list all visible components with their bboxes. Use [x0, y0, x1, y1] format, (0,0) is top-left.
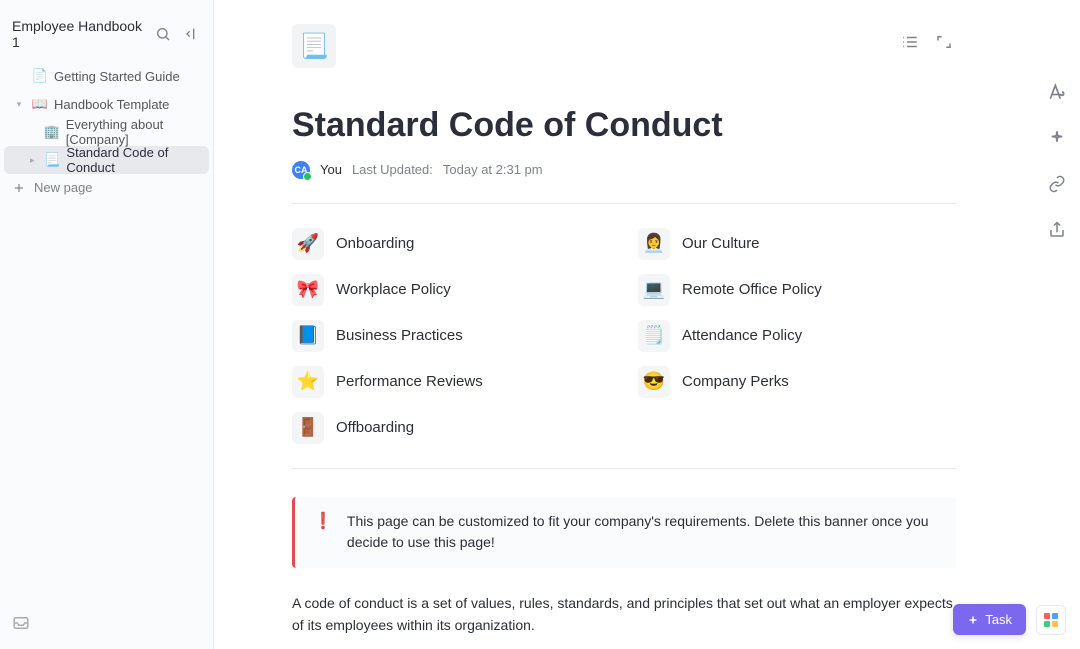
card-business-practices[interactable]: 📘 Business Practices [292, 320, 610, 352]
caret-right-icon[interactable]: ▸ [26, 155, 38, 166]
exclamation-icon: ❗ [313, 511, 333, 554]
collapse-sidebar-icon[interactable] [181, 24, 201, 44]
sidebar: Employee Handbook 1 📄 Getting Started Gu… [0, 0, 214, 649]
rocket-icon: 🚀 [292, 228, 324, 260]
card-label: Business Practices [336, 327, 463, 344]
typography-icon[interactable] [1045, 80, 1069, 104]
laptop-icon: 💻 [638, 274, 670, 306]
card-performance-reviews[interactable]: ⭐ Performance Reviews [292, 366, 610, 398]
star-icon: ⭐ [292, 366, 324, 398]
avatar[interactable]: CA [292, 161, 310, 179]
sidebar-item-everything-about-company[interactable]: 🏢 Everything about [Company] [4, 118, 209, 146]
search-icon[interactable] [153, 24, 173, 44]
updated-prefix: Last Updated: [352, 162, 433, 177]
sidebar-header: Employee Handbook 1 [0, 0, 213, 62]
page-title: Standard Code of Conduct [292, 104, 956, 147]
tree-item-label: Handbook Template [54, 97, 169, 112]
task-fab-label: Task [985, 612, 1012, 627]
sunglasses-icon: 😎 [638, 366, 670, 398]
link-icon[interactable] [1045, 172, 1069, 196]
card-company-perks[interactable]: 😎 Company Perks [638, 366, 956, 398]
card-remote-office-policy[interactable]: 💻 Remote Office Policy [638, 274, 956, 306]
sidebar-tree: 📄 Getting Started Guide ▾ 📖 Handbook Tem… [0, 62, 213, 174]
callout-text: This page can be customized to fit your … [347, 511, 940, 554]
expand-icon[interactable] [932, 30, 956, 54]
inbox-icon[interactable] [12, 619, 30, 636]
apps-fab-button[interactable] [1036, 605, 1066, 635]
right-rail [1034, 0, 1080, 649]
caret-down-icon[interactable]: ▾ [12, 99, 26, 110]
building-icon: 🏢 [44, 124, 60, 140]
author-you: You [320, 162, 342, 177]
new-page-button[interactable]: New page [0, 174, 213, 201]
notepad-icon: 🗒️ [638, 320, 670, 352]
page-icon: 📄 [32, 68, 48, 84]
link-cards: 🚀 Onboarding 👩‍💼 Our Culture 🎀 Workplace… [292, 228, 956, 444]
workspace-title[interactable]: Employee Handbook 1 [12, 18, 145, 50]
callout-banner: ❗ This page can be customized to fit you… [292, 497, 956, 568]
divider [292, 468, 956, 469]
page-icon: 📃 [44, 152, 60, 168]
sidebar-item-getting-started[interactable]: 📄 Getting Started Guide [4, 62, 209, 90]
tree-item-label: Standard Code of Conduct [66, 145, 203, 175]
apps-grid-icon [1044, 613, 1058, 627]
card-attendance-policy[interactable]: 🗒️ Attendance Policy [638, 320, 956, 352]
new-page-label: New page [34, 180, 93, 195]
body-paragraph: A code of conduct is a set of values, ru… [292, 592, 956, 637]
sidebar-item-handbook-template[interactable]: ▾ 📖 Handbook Template [4, 90, 209, 118]
blue-book-icon: 📘 [292, 320, 324, 352]
door-icon: 🚪 [292, 412, 324, 444]
card-onboarding[interactable]: 🚀 Onboarding [292, 228, 610, 260]
card-label: Onboarding [336, 235, 414, 252]
sidebar-footer [0, 602, 213, 649]
tree-item-label: Getting Started Guide [54, 69, 180, 84]
card-label: Offboarding [336, 419, 414, 436]
card-label: Our Culture [682, 235, 760, 252]
card-label: Company Perks [682, 373, 789, 390]
ribbon-icon: 🎀 [292, 274, 324, 306]
card-label: Attendance Policy [682, 327, 802, 344]
card-our-culture[interactable]: 👩‍💼 Our Culture [638, 228, 956, 260]
book-icon: 📖 [32, 96, 48, 112]
share-icon[interactable] [1045, 218, 1069, 242]
sidebar-item-standard-code-of-conduct[interactable]: ▸ 📃 Standard Code of Conduct [4, 146, 209, 174]
card-label: Workplace Policy [336, 281, 451, 298]
card-label: Remote Office Policy [682, 281, 822, 298]
card-workplace-policy[interactable]: 🎀 Workplace Policy [292, 274, 610, 306]
woman-office-icon: 👩‍💼 [638, 228, 670, 260]
page-emoji[interactable]: 📃 [292, 24, 336, 68]
main-content: 📃 Standard Code of Conduct CA You Last U… [214, 0, 1034, 649]
card-offboarding[interactable]: 🚪 Offboarding [292, 412, 610, 444]
ai-sparkle-icon[interactable] [1045, 126, 1069, 150]
tree-item-label: Everything about [Company] [66, 117, 203, 147]
divider [292, 203, 956, 204]
list-view-icon[interactable] [898, 30, 922, 54]
page-meta: CA You Last Updated: Today at 2:31 pm [292, 161, 956, 179]
updated-value: Today at 2:31 pm [443, 162, 543, 177]
task-fab-button[interactable]: Task [953, 604, 1026, 635]
card-label: Performance Reviews [336, 373, 483, 390]
